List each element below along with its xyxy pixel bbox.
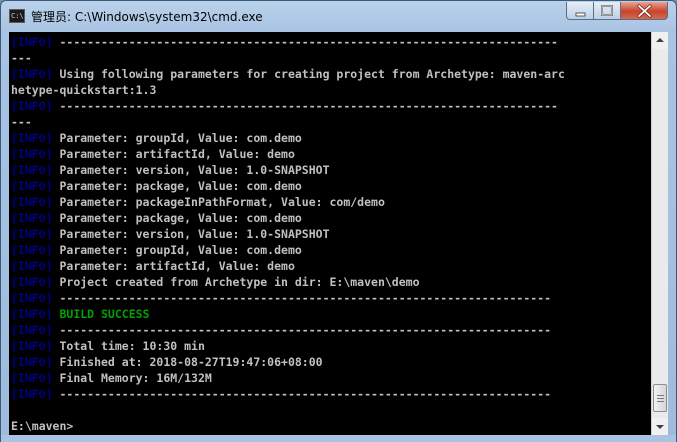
log-level-tag: [INFO] [11,195,53,209]
log-level-tag: [INFO] [11,291,53,305]
log-level-tag: [INFO] [11,163,53,177]
console-line: [INFO] ---------------------------------… [11,322,551,338]
log-level-tag: [INFO] [11,275,53,289]
build-status-text: BUILD SUCCESS [52,307,150,321]
console-line: [INFO] Parameter: version, Value: 1.0-SN… [11,162,330,178]
console-text: Parameter: packageInPathFormat, Value: c… [52,195,385,209]
console-text: Using following parameters for creating … [52,67,565,81]
log-level-tag: [INFO] [11,35,53,49]
title-bar[interactable]: C:\ 管理员: C:\Windows\system32\cmd.exe [1,1,676,31]
console-line: [INFO] Parameter: package, Value: com.de… [11,178,302,194]
cmd-window: C:\ 管理员: C:\Windows\system32\cmd.exe [IN… [0,0,677,442]
console-line: [INFO] Parameter: artifactId, Value: dem… [11,258,295,274]
console-line: [INFO] Total time: 10:30 min [11,338,205,354]
scroll-thumb[interactable] [653,384,667,412]
console-line: [INFO] ---------------------------------… [11,34,558,50]
console-line: hetype-quickstart:1.3 [11,82,156,98]
minimize-icon [575,12,586,17]
console-line: [INFO] Using following parameters for cr… [11,66,565,82]
console-text: E:\maven> [11,419,74,433]
console-line: [INFO] Parameter: version, Value: 1.0-SN… [11,226,330,242]
console-line: [INFO] ---------------------------------… [11,386,551,402]
log-level-tag: [INFO] [11,131,53,145]
console-text: Finished at: 2018-08-27T19:47:06+08:00 [52,355,323,369]
console-line: E:\maven> [11,418,73,434]
console-text: Parameter: groupId, Value: com.demo [52,243,302,257]
console-line: [INFO] ---------------------------------… [11,290,551,306]
console-line: [INFO] Parameter: packageInPathFormat, V… [11,194,385,210]
console-line: [INFO] Finished at: 2018-08-27T19:47:06+… [11,354,323,370]
log-level-tag: [INFO] [11,243,53,257]
console-text: Project created from Archetype in dir: E… [52,275,420,289]
console-line: [INFO] Final Memory: 16M/132M [11,370,212,386]
scroll-down-icon [656,425,664,429]
console-text: Parameter: groupId, Value: com.demo [52,131,302,145]
console-text: ----------------------------------------… [52,323,552,337]
console-line: [INFO] Parameter: groupId, Value: com.de… [11,242,302,258]
log-level-tag: [INFO] [11,99,53,113]
log-level-tag: [INFO] [11,339,53,353]
console-line: [INFO] ---------------------------------… [11,98,558,114]
log-level-tag: [INFO] [11,371,53,385]
console-text: Parameter: package, Value: com.demo [52,211,302,225]
console-text: ----------------------------------------… [52,291,552,305]
console-text: ----------------------------------------… [52,387,552,401]
vertical-scrollbar[interactable] [651,32,668,435]
scroll-up-button[interactable] [652,32,668,49]
console-text: ----------------------------------------… [52,35,558,49]
close-button[interactable] [621,2,668,20]
console-line: [INFO] Project created from Archetype in… [11,274,420,290]
log-level-tag: [INFO] [11,147,53,161]
log-level-tag: [INFO] [11,227,53,241]
log-level-tag: [INFO] [11,323,53,337]
console-line: [INFO] BUILD SUCCESS [11,306,149,322]
minimize-button[interactable] [566,2,594,20]
console-text: Parameter: version, Value: 1.0-SNAPSHOT [52,227,330,241]
console-text: hetype-quickstart:1.3 [11,83,157,97]
console-text: Final Memory: 16M/132M [52,371,212,385]
console-text: Parameter: version, Value: 1.0-SNAPSHOT [52,163,330,177]
console-line: --- [11,50,32,66]
maximize-icon [601,5,613,16]
console-text: Parameter: artifactId, Value: demo [52,147,295,161]
log-level-tag: [INFO] [11,387,53,401]
console-text: --- [11,115,32,129]
window-bottom-frame [1,435,676,442]
thumb-grip [657,398,664,399]
log-level-tag: [INFO] [11,355,53,369]
thumb-grip [657,395,664,396]
console-text: Parameter: artifactId, Value: demo [52,259,295,273]
console-text: Parameter: package, Value: com.demo [52,179,302,193]
log-level-tag: [INFO] [11,259,53,273]
console-text: ----------------------------------------… [52,99,558,113]
console-output[interactable]: [INFO] ---------------------------------… [9,32,651,435]
console-line: [INFO] Parameter: groupId, Value: com.de… [11,130,302,146]
log-level-tag: [INFO] [11,179,53,193]
maximize-button[interactable] [594,2,621,20]
log-level-tag: [INFO] [11,67,53,81]
console-text: Total time: 10:30 min [52,339,205,353]
scroll-down-button[interactable] [652,418,668,435]
log-level-tag: [INFO] [11,211,53,225]
cmd-app-icon[interactable]: C:\ [9,9,25,23]
scroll-up-icon [656,38,664,42]
close-icon [637,4,652,18]
thumb-grip [657,401,664,402]
log-level-tag: [INFO] [11,307,53,321]
console-line: [INFO] Parameter: artifactId, Value: dem… [11,146,295,162]
console-line: --- [11,114,32,130]
console-line: [INFO] Parameter: package, Value: com.de… [11,210,302,226]
console-text: --- [11,51,32,65]
window-title: 管理员: C:\Windows\system32\cmd.exe [31,10,263,24]
